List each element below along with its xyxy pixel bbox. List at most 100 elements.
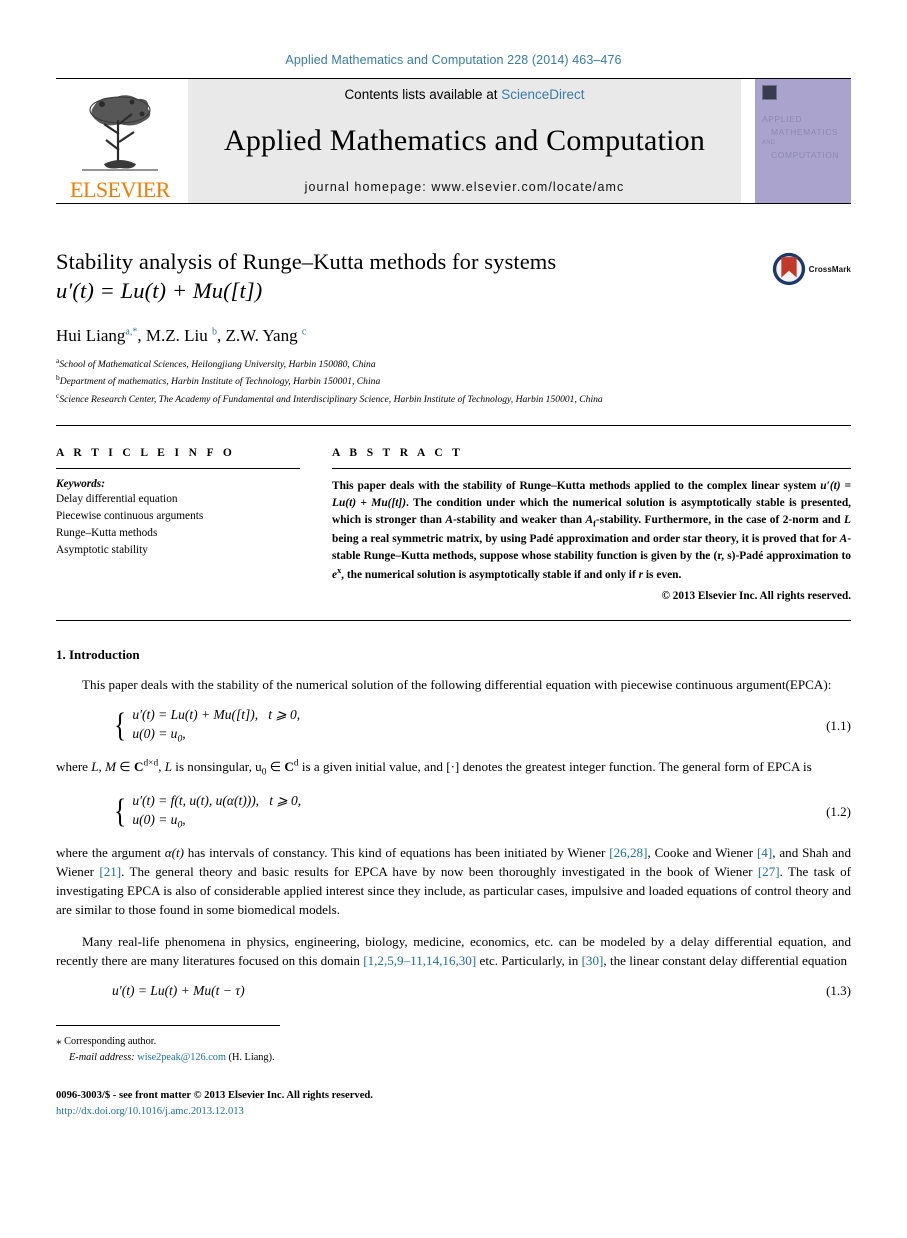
elsevier-logo: ELSEVIER [56,79,184,203]
abstract-seg-7: , the numerical solution is asymptotical… [341,568,639,581]
keywords-label: Keywords: [56,477,105,490]
journal-homepage[interactable]: journal homepage: www.elsevier.com/locat… [305,180,625,194]
equation-1-1-lhs: u′(t) = Lu(t) + Mu([t]), [132,706,259,722]
affiliation-text: School of Mathematical Sciences, Heilong… [59,358,376,370]
paragraph-intro-2: where L, M ∈ Cd×d, L is nonsingular, u0 … [56,757,851,780]
doi-link[interactable]: http://dx.doi.org/10.1016/j.amc.2013.12.… [56,1104,851,1120]
equation-1-1-comma: , [182,725,186,741]
author-2: , M.Z. Liu [137,325,212,345]
journal-masthead: ELSEVIER Contents lists available at Sci… [56,79,851,203]
paragraph-intro-3: where the argument α(t) has intervals of… [56,843,851,920]
abstract-L-symbol: L [844,513,851,526]
corresponding-author-text: Corresponding author. [64,1036,157,1048]
page-footer: 0096-3003/$ - see front matter © 2013 El… [56,1088,851,1120]
email-label: E-mail address: [69,1052,135,1064]
par2-complex-set-2: C [284,758,294,774]
equation-1-2-initial: u(0) = u [132,812,178,828]
title-line-2: u′(t) = Lu(t) + Mu([t]) [56,277,263,303]
abstract-heading: A B S T R A C T [332,446,464,459]
equation-1-3-number: (1.3) [826,983,851,999]
equation-1-1: { u′(t) = Lu(t) + Mu([t]), t ⩾ 0, u(0) =… [56,707,851,745]
affiliation-item: cScience Research Center, The Academy of… [56,390,851,408]
par2-complex-dim: d×d [143,758,159,769]
abstract-seg-8: is even. [643,568,682,581]
masthead-rule [56,203,851,204]
affiliation-item: bDepartment of mathematics, Harbin Insti… [56,372,851,390]
affiliation-text: Department of mathematics, Harbin Instit… [59,376,381,388]
paragraph-intro-4: Many real-life phenomena in physics, eng… [56,932,851,970]
equation-1-2-line-2: u(0) = u0, [132,812,301,831]
citation-link[interactable]: [30] [582,953,604,968]
par3-seg-2: has intervals of constancy. This kind of… [183,844,610,860]
abstract-seg-1: This paper deals with the stability of R… [332,479,821,492]
abstract-text: This paper deals with the stability of R… [332,478,851,584]
email-link[interactable]: wise2peak@126.com [137,1052,226,1063]
equation-1-1-condition: t ⩾ 0, [268,706,301,722]
citation-link[interactable]: [27] [758,864,780,879]
article-info-column: A R T I C L E I N F O Keywords: Delay di… [56,447,300,602]
title-left: Stability analysis of Runge–Kutta method… [56,248,772,306]
cover-publisher-icon [762,85,777,100]
cover-line-3: AND [762,140,776,147]
author-1-affil-marker: a,* [125,325,138,337]
keyword-item: Piecewise continuous arguments [56,509,204,522]
sciencedirect-link[interactable]: ScienceDirect [501,87,584,102]
elsevier-wordmark: ELSEVIER [70,177,170,202]
footnote-block: ⁎ Corresponding author. E-mail address: … [56,1033,851,1066]
equation-1-1-line-2: u(0) = u0, [132,726,300,745]
info-abstract-section: A R T I C L E I N F O Keywords: Delay di… [56,447,851,602]
equation-1-2-lines: u′(t) = f(t, u(t), u(α(t))), t ⩾ 0, u(0)… [132,793,301,831]
equation-1-2-lhs: u′(t) = f(t, u(t), u(α(t))), [132,793,260,809]
citation-link[interactable]: [4] [757,845,772,860]
equation-1-3: u′(t) = Lu(t) + Mu(t − τ) (1.3) [56,983,851,999]
affiliation-list: aSchool of Mathematical Sciences, Heilon… [56,355,851,408]
journal-title: Applied Mathematics and Computation [223,124,706,157]
page-title: Stability analysis of Runge–Kutta method… [56,248,772,306]
abstract-section-rule [56,619,851,621]
equation-1-1-body: { u′(t) = Lu(t) + Mu([t]), t ⩾ 0, u(0) =… [56,707,826,745]
par3-seg-1: where the argument [56,844,165,860]
keyword-item: Runge–Kutta methods [56,527,158,540]
par2-seg-6: is a given initial value, and [·] denote… [298,758,812,774]
equation-1-1-lines: u′(t) = Lu(t) + Mu([t]), t ⩾ 0, u(0) = u… [132,707,300,745]
equation-1-2-body: { u′(t) = f(t, u(t), u(α(t))), t ⩾ 0, u(… [56,793,826,831]
paragraph-intro-1: This paper deals with the stability of t… [82,676,832,692]
par4-seg-2: etc. Particularly, in [476,952,582,968]
elsevier-tree-icon [82,95,158,171]
affiliation-item: aSchool of Mathematical Sciences, Heilon… [56,355,851,373]
cover-line-4: COMPUTATION [771,149,840,160]
author-3-affil-marker: c [301,325,307,337]
email-owner: (H. Liang). [228,1052,275,1064]
journal-cover-thumbnail: APPLIED MATHEMATICS AND COMPUTATION [755,79,851,203]
equation-brace-icon: { [114,793,127,831]
affiliation-text: Science Research Center, The Academy of … [59,394,603,406]
cover-title-text: APPLIED MATHEMATICS AND COMPUTATION [762,113,844,162]
contents-box: Contents lists available at ScienceDirec… [188,79,741,203]
abstract-a-stability: A [445,513,453,526]
par3-alpha: α(t) [164,844,184,860]
citation-link[interactable]: [1,2,5,9–11,14,16,30] [363,953,476,968]
article-info-rule [56,467,300,469]
article-info-heading: A R T I C L E I N F O [56,446,236,459]
title-block: Stability analysis of Runge–Kutta method… [56,248,851,306]
email-line: E-mail address: wise2peak@126.com (H. Li… [56,1050,851,1066]
par2-seg-5: ∈ [266,758,285,774]
running-head: Applied Mathematics and Computation 228 … [285,53,622,67]
citation-link[interactable]: [21] [99,864,121,879]
crossmark-badge[interactable]: CrossMark [772,252,851,286]
abstract-seg-5: being a real symmetric matrix, by using … [332,532,840,545]
keywords-list: Delay differential equation Piecewise co… [56,491,300,560]
corresponding-author-marker: ⁎ [56,1035,62,1048]
keyword-item: Delay differential equation [56,492,178,505]
equation-1-2-number: (1.2) [826,803,851,819]
contents-prefix: Contents lists available at [344,87,502,102]
keyword-item: Asymptotic stability [56,544,148,557]
crossmark-icon [772,252,805,286]
abstract-seg-4: -stability. Furthermore, in the case of … [595,513,845,526]
footnote-rule [56,1025,280,1027]
author-1: Hui Liang [56,325,126,345]
citation-link[interactable]: [26,28] [609,845,647,860]
equation-1-1-number: (1.1) [826,717,851,733]
equation-brace-icon: { [114,707,127,745]
title-block-rule [56,424,851,426]
